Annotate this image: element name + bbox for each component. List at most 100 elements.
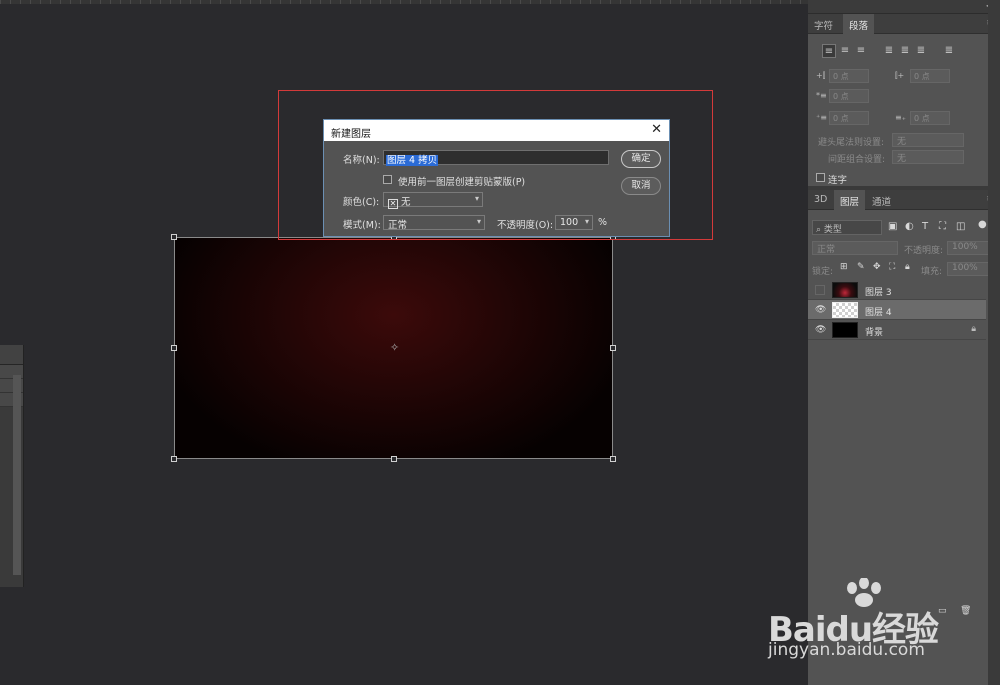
align-right-icon[interactable]: ≡ xyxy=(854,44,868,58)
layer-row[interactable]: 👁︎ 背景 🔒︎ xyxy=(808,320,986,340)
eye-icon[interactable]: 👁︎ xyxy=(815,325,826,335)
layer-opacity-label: 不透明度: xyxy=(904,246,944,256)
kinsoku-select[interactable]: 无 xyxy=(892,133,964,147)
color-value: 无 xyxy=(401,197,411,208)
transform-handle-left[interactable] xyxy=(171,345,177,351)
delete-layer-icon[interactable]: 🗑︎ xyxy=(960,606,971,616)
layer-thumbnail xyxy=(832,302,858,318)
cancel-button[interactable]: 取消 xyxy=(621,177,661,195)
lock-icon: 🔒︎ xyxy=(971,324,976,334)
lock-pixels-icon[interactable]: ✎ xyxy=(857,262,865,272)
document-canvas[interactable]: ✧ xyxy=(174,237,613,459)
justify-right-icon[interactable]: ≣ xyxy=(914,44,928,58)
layer-thumbnail xyxy=(832,282,858,298)
chevron-down-icon: ▾ xyxy=(476,217,481,226)
space-before-field[interactable]: 0 点 xyxy=(829,111,869,125)
indent-left-field[interactable]: 0 点 xyxy=(829,69,869,83)
clip-mask-checkbox[interactable] xyxy=(383,175,392,184)
tab-paragraph[interactable]: 段落 xyxy=(843,14,875,34)
layer-name-input[interactable]: 图层 4 拷贝 xyxy=(383,150,609,166)
left-panel-header xyxy=(0,345,23,365)
hyphenate-checkbox[interactable] xyxy=(816,173,825,182)
tab-3d[interactable]: 3D xyxy=(808,190,833,210)
mode-select[interactable]: 正常 ▾ xyxy=(383,215,485,231)
indent-right-icon: ⫿+ xyxy=(895,71,905,80)
layer-row[interactable]: 👁︎ 图层 4 xyxy=(808,300,986,320)
filter-image-icon[interactable]: ▣ xyxy=(888,221,897,232)
tab-character[interactable]: 字符 xyxy=(808,14,839,34)
align-center-icon[interactable]: ≡ xyxy=(838,44,852,58)
align-left-icon[interactable]: ≡ xyxy=(822,44,836,58)
filter-adjustment-icon[interactable]: ◐ xyxy=(905,221,914,232)
chevron-down-icon: ▾ xyxy=(474,194,479,203)
clip-mask-label: 使用前一图层创建剪贴蒙版(P) xyxy=(398,177,526,188)
space-after-field[interactable]: 0 点 xyxy=(910,111,950,125)
filter-toggle-icon[interactable]: ● xyxy=(978,219,987,230)
eye-icon[interactable]: 👁︎ xyxy=(815,305,826,315)
close-icon[interactable]: ✕ xyxy=(651,123,662,136)
justify-left-icon[interactable]: ≣ xyxy=(882,44,896,58)
justify-center-icon[interactable]: ≣ xyxy=(898,44,912,58)
kinsoku-label: 避头尾法则设置: xyxy=(818,138,885,148)
justify-all-icon[interactable]: ≣ xyxy=(942,44,956,58)
transform-handle-top-left[interactable] xyxy=(171,234,177,240)
layer-name: 图层 4 xyxy=(865,308,892,318)
layers-tabs: 3D 图层 通道 ≡ xyxy=(808,190,1000,210)
layer-name-value: 图层 4 拷贝 xyxy=(386,155,439,166)
mojikumi-label: 间距组合设置: xyxy=(828,155,886,165)
transform-handle-bottom-right[interactable] xyxy=(610,456,616,462)
hyphenate-label: 连字 xyxy=(828,175,848,186)
transform-handle-bottom-left[interactable] xyxy=(171,456,177,462)
top-ruler xyxy=(0,0,808,4)
opacity-unit: % xyxy=(598,217,608,228)
mojikumi-select[interactable]: 无 xyxy=(892,150,964,164)
indent-right-field[interactable]: 0 点 xyxy=(910,69,950,83)
watermark-url: jingyan.baidu.com xyxy=(768,640,925,660)
lock-artboard-icon[interactable]: ⛶ xyxy=(889,262,895,272)
lock-position-icon[interactable]: ✥ xyxy=(873,262,881,272)
visibility-toggle[interactable] xyxy=(815,285,825,295)
opacity-input[interactable]: 100 ▾ xyxy=(555,215,593,230)
space-before-icon: ⁺≡ xyxy=(816,113,827,122)
chevron-down-icon: ▾ xyxy=(584,217,589,226)
layer-filter-select[interactable]: ⌕ 类型 xyxy=(812,220,882,235)
layer-filter-value: 类型 xyxy=(823,225,842,235)
opacity-label: 不透明度(O): xyxy=(497,220,554,231)
baidu-jingyan-watermark: Baidu经验 jingyan.baidu.com xyxy=(766,578,956,668)
new-layer-dialog: 新建图层 ✕ 名称(N): 图层 4 拷贝 确定 取消 使用前一图层创建剪贴蒙版… xyxy=(323,119,670,237)
first-line-indent-icon: *≡ xyxy=(816,91,827,100)
opacity-value: 100 xyxy=(560,217,579,228)
layer-name: 图层 3 xyxy=(865,288,892,298)
filter-type-icon[interactable]: T xyxy=(922,221,928,232)
mode-value: 正常 xyxy=(388,220,408,231)
no-color-icon: ✕ xyxy=(388,199,398,209)
filter-smart-object-icon[interactable]: ◫ xyxy=(956,221,965,232)
layer-row[interactable]: 图层 3 xyxy=(808,280,986,300)
left-floating-panel xyxy=(0,345,24,587)
ok-button[interactable]: 确定 xyxy=(621,150,661,168)
filter-shape-icon[interactable]: ⛶ xyxy=(939,221,946,232)
layer-opacity-field[interactable]: 100% xyxy=(947,241,989,255)
transform-handle-bottom[interactable] xyxy=(391,456,397,462)
transform-center-icon[interactable]: ✧ xyxy=(390,342,399,353)
mode-label: 模式(M): xyxy=(343,220,381,231)
panel-scrollbar[interactable] xyxy=(988,0,1000,685)
indent-left-icon: +⫿ xyxy=(816,71,826,80)
name-label: 名称(N): xyxy=(343,155,380,166)
color-select[interactable]: ✕ 无 ▾ xyxy=(383,192,483,209)
tab-layers[interactable]: 图层 xyxy=(834,190,866,210)
lock-label: 锁定: xyxy=(812,267,834,277)
lock-transparent-icon[interactable]: ⊞ xyxy=(840,262,848,272)
lock-all-icon[interactable]: 🔒︎ xyxy=(905,262,910,272)
char-paragraph-tabs: 字符 段落 ≡ xyxy=(808,14,1000,34)
panel-dock-topbar: ◂◂ xyxy=(808,0,1000,14)
blend-mode-select[interactable]: 正常 xyxy=(812,241,898,255)
fill-field[interactable]: 100% xyxy=(947,262,989,276)
dialog-title: 新建图层 xyxy=(331,129,371,140)
left-panel-scrollbar[interactable] xyxy=(13,375,21,575)
first-line-indent-field[interactable]: 0 点 xyxy=(829,89,869,103)
tab-channels[interactable]: 通道 xyxy=(866,190,897,210)
transform-handle-right[interactable] xyxy=(610,345,616,351)
color-label: 颜色(C): xyxy=(343,197,380,208)
layer-thumbnail xyxy=(832,322,858,338)
